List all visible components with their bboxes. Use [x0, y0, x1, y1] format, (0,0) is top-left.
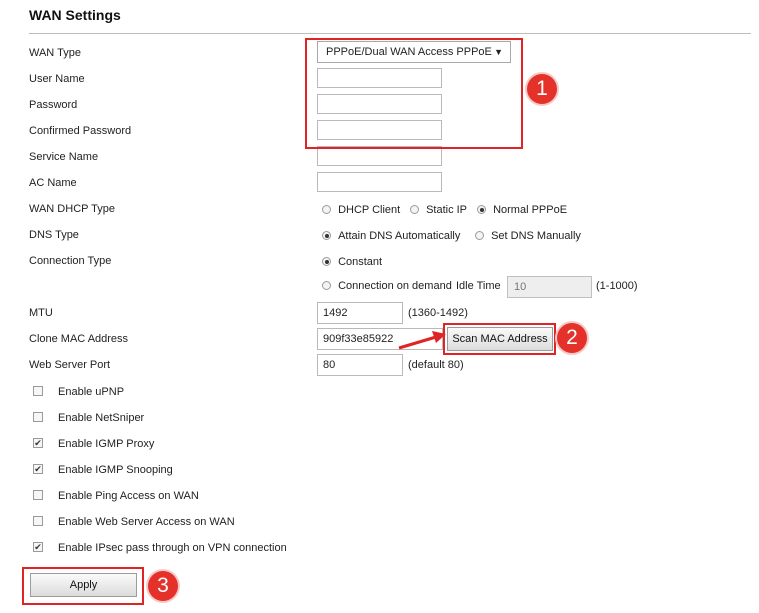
constant-radio[interactable]: Constant — [322, 256, 382, 268]
enable-netsniper-label: Enable NetSniper — [58, 412, 145, 424]
enable-upnp-label: Enable uPNP — [58, 386, 125, 398]
constant-label: Constant — [338, 256, 383, 268]
dns-type-label: DNS Type — [29, 229, 79, 241]
dns-auto-radio[interactable]: Attain DNS Automatically — [322, 230, 460, 242]
annotation-arrow-icon — [398, 331, 446, 350]
check-icon: ✔ — [34, 464, 42, 474]
annotation-badge-2: 2 — [557, 323, 587, 353]
web-server-port-label: Web Server Port — [29, 359, 111, 371]
radio-icon — [475, 231, 484, 240]
connection-on-demand-radio[interactable]: Connection on demand — [322, 280, 452, 292]
wan-type-label: WAN Type — [29, 47, 81, 59]
enable-ipsec-passthrough-label: Enable IPsec pass through on VPN connect… — [58, 542, 287, 554]
ac-name-label: AC Name — [29, 177, 77, 189]
radio-icon — [322, 281, 331, 290]
dns-manual-label: Set DNS Manually — [491, 230, 581, 242]
enable-ping-access-checkbox[interactable] — [33, 490, 43, 500]
password-label: Password — [29, 99, 78, 111]
service-name-label: Service Name — [29, 151, 99, 163]
dhcp-client-label: DHCP Client — [338, 204, 401, 216]
user-name-label: User Name — [29, 73, 85, 85]
enable-ipsec-passthrough-checkbox[interactable]: ✔ — [33, 542, 43, 552]
enable-igmp-proxy-checkbox[interactable]: ✔ — [33, 438, 43, 448]
radio-icon — [410, 205, 419, 214]
enable-netsniper-checkbox[interactable] — [33, 412, 43, 422]
enable-igmp-snooping-checkbox[interactable]: ✔ — [33, 464, 43, 474]
service-name-input[interactable] — [317, 146, 442, 166]
static-ip-radio[interactable]: Static IP — [410, 204, 467, 216]
enable-upnp-checkbox[interactable] — [33, 386, 43, 396]
annotation-highlight-2 — [443, 323, 556, 355]
dhcp-client-radio[interactable]: DHCP Client — [322, 204, 400, 216]
confirmed-password-label: Confirmed Password — [29, 125, 132, 137]
wan-dhcp-type-label: WAN DHCP Type — [29, 203, 115, 215]
annotation-highlight-1 — [305, 38, 523, 149]
ac-name-input[interactable] — [317, 172, 442, 192]
clone-mac-label: Clone MAC Address — [29, 333, 129, 345]
check-icon: ✔ — [34, 542, 42, 552]
radio-selected-icon — [477, 205, 486, 214]
connection-on-demand-label: Connection on demand — [338, 280, 452, 292]
mtu-input[interactable]: 1492 — [317, 302, 403, 324]
enable-igmp-proxy-label: Enable IGMP Proxy — [58, 438, 155, 450]
static-ip-label: Static IP — [426, 204, 468, 216]
normal-pppoe-label: Normal PPPoE — [493, 204, 568, 216]
check-icon: ✔ — [34, 438, 42, 448]
radio-selected-icon — [322, 257, 331, 266]
idle-time-label: Idle Time — [456, 280, 501, 292]
enable-ping-access-label: Enable Ping Access on WAN — [58, 490, 199, 502]
radio-selected-icon — [322, 231, 331, 240]
dns-manual-radio[interactable]: Set DNS Manually — [475, 230, 581, 242]
enable-web-server-access-checkbox[interactable] — [33, 516, 43, 526]
mtu-hint: (1360-1492) — [408, 307, 468, 319]
connection-type-label: Connection Type — [29, 255, 112, 267]
annotation-badge-1: 1 — [527, 74, 557, 104]
radio-icon — [322, 205, 331, 214]
annotation-highlight-3 — [22, 567, 144, 605]
web-server-port-hint: (default 80) — [408, 359, 464, 371]
idle-time-input[interactable]: 10 — [507, 276, 592, 298]
dns-auto-label: Attain DNS Automatically — [338, 230, 461, 242]
idle-time-range: (1-1000) — [596, 280, 638, 292]
enable-web-server-access-label: Enable Web Server Access on WAN — [58, 516, 235, 528]
enable-igmp-snooping-label: Enable IGMP Snooping — [58, 464, 173, 476]
normal-pppoe-radio[interactable]: Normal PPPoE — [477, 204, 567, 216]
annotation-badge-3: 3 — [148, 571, 178, 601]
title-divider — [29, 33, 751, 34]
mtu-label: MTU — [29, 307, 53, 319]
page-title: WAN Settings — [29, 7, 121, 23]
web-server-port-input[interactable]: 80 — [317, 354, 403, 376]
